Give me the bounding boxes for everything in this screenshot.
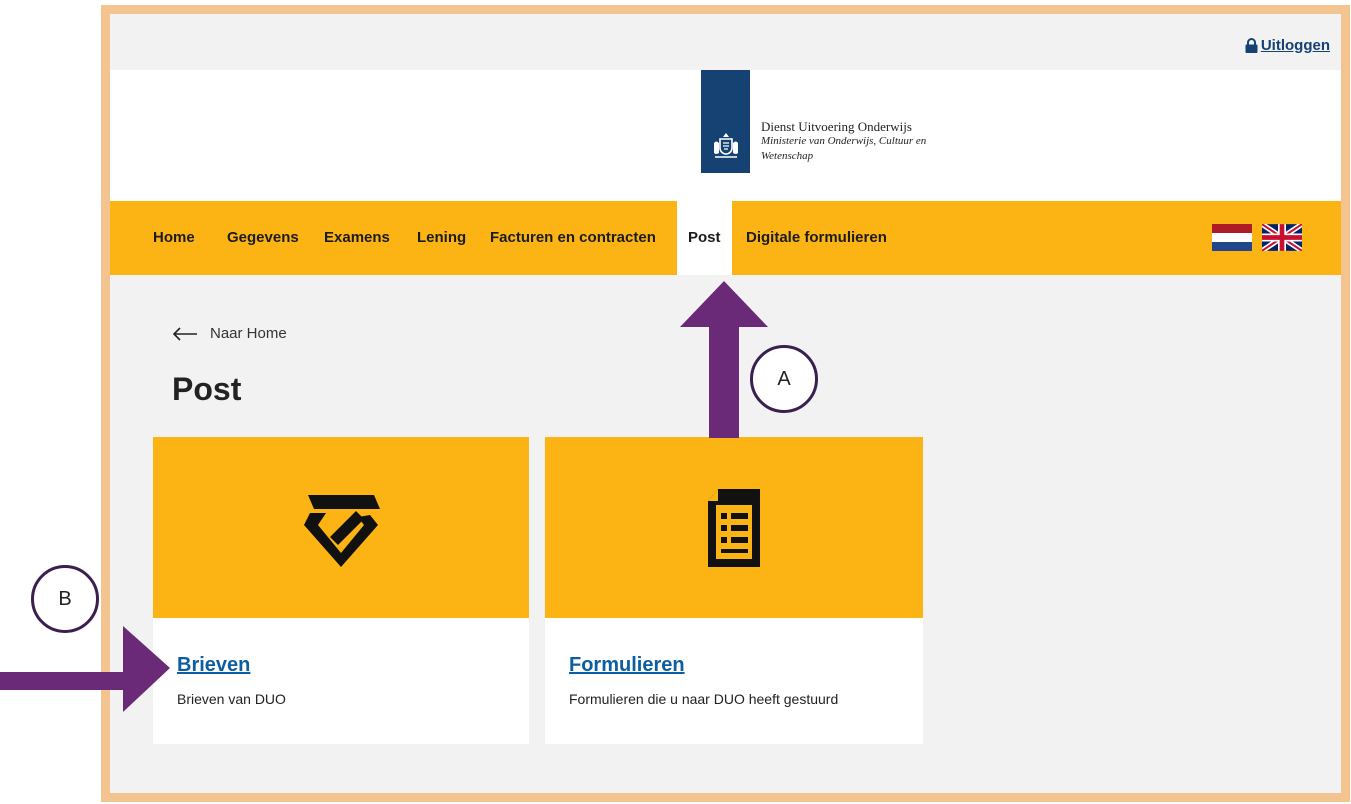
lock-icon <box>1245 38 1258 53</box>
uk-flag-icon[interactable] <box>1262 224 1302 251</box>
browser-frame: Uitloggen Dienst Uitvoering Onderwijs Mi… <box>101 5 1350 802</box>
logout-link[interactable]: Uitloggen <box>1245 37 1330 54</box>
form-document-icon <box>708 488 760 567</box>
card-brieven-banner <box>153 437 529 618</box>
card-brieven-title[interactable]: Brieven <box>177 654 250 677</box>
card-brieven[interactable]: Brieven Brieven van DUO <box>153 437 529 744</box>
logo-text: Dienst Uitvoering Onderwijs Ministerie v… <box>761 119 926 164</box>
card-formulieren-description: Formulieren die u naar DUO heeft gestuur… <box>569 691 839 707</box>
letter-icon <box>304 494 380 567</box>
nav-item-home[interactable]: Home <box>153 229 195 246</box>
logo-line-3: Wetenschap <box>761 150 814 162</box>
logo-line-2: Ministerie van Onderwijs, Cultuur en <box>761 135 927 147</box>
back-link-label: Naar Home <box>210 325 287 342</box>
logo-bar <box>701 70 750 173</box>
card-brieven-description: Brieven van DUO <box>177 691 286 707</box>
nav-item-post[interactable]: Post <box>677 201 732 275</box>
annotation-circle-b: B <box>31 565 99 633</box>
nav-item-examens[interactable]: Examens <box>324 229 390 246</box>
logout-label: Uitloggen <box>1260 37 1330 54</box>
annotation-label-b: B <box>58 587 72 610</box>
annotation-label-a: A <box>777 367 791 390</box>
card-formulieren-title[interactable]: Formulieren <box>569 654 685 677</box>
nav-item-facturen[interactable]: Facturen en contracten <box>490 229 656 246</box>
nav-item-digitale-formulieren[interactable]: Digitale formulieren <box>746 229 887 246</box>
royal-coat-of-arms-icon <box>713 133 738 158</box>
arrow-left-icon <box>172 326 197 341</box>
nav-item-gegevens[interactable]: Gegevens <box>227 229 299 246</box>
page-title: Post <box>172 371 242 407</box>
site-header: Dienst Uitvoering Onderwijs Ministerie v… <box>110 70 1341 201</box>
annotation-circle-a: A <box>750 345 818 413</box>
logo-line-1: Dienst Uitvoering Onderwijs <box>761 119 912 134</box>
top-bar: Uitloggen <box>110 14 1341 70</box>
nl-flag-icon[interactable] <box>1212 224 1252 251</box>
nav-item-lening[interactable]: Lening <box>417 229 466 246</box>
card-formulieren[interactable]: Formulieren Formulieren die u naar DUO h… <box>545 437 923 744</box>
back-link[interactable]: Naar Home <box>172 325 287 342</box>
card-formulieren-banner <box>545 437 923 618</box>
main-nav: Home Gegevens Examens Lening Facturen en… <box>110 201 1341 275</box>
